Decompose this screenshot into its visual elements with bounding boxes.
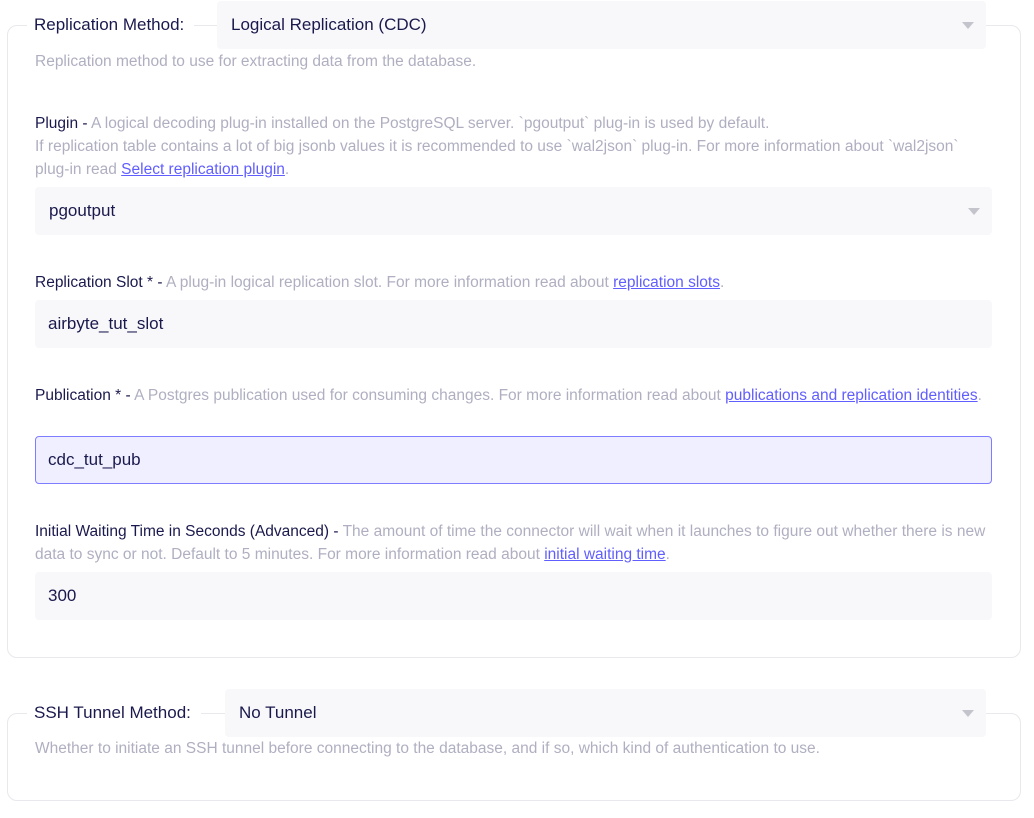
- replication-slot-title: Replication Slot *: [35, 274, 154, 291]
- initial-waiting-time-sep: -: [329, 523, 343, 540]
- initial-waiting-time-input[interactable]: 300: [35, 572, 992, 620]
- replication-slots-link[interactable]: replication slots: [613, 274, 720, 291]
- initial-waiting-time-label: Initial Waiting Time in Seconds (Advance…: [35, 520, 995, 566]
- ssh-tunnel-legend: SSH Tunnel Method:: [27, 689, 201, 737]
- plugin-end: .: [284, 161, 290, 178]
- replication-slot-label: Replication Slot * - A plug-in logical r…: [35, 271, 995, 294]
- replication-method-hint: Replication method to use for extracting…: [35, 53, 477, 70]
- ssh-tunnel-method-label: SSH Tunnel Method:: [34, 703, 191, 722]
- plugin-desc-1: A logical decoding plug-in installed on …: [91, 115, 770, 132]
- chevron-down-icon: [962, 710, 974, 717]
- replication-slot-sep: -: [153, 274, 166, 291]
- plugin-sep: -: [78, 115, 92, 132]
- publication-title: Publication *: [35, 387, 122, 404]
- replication-method-legend: Replication Method:: [27, 1, 195, 49]
- initial-waiting-time-title: Initial Waiting Time in Seconds (Advance…: [35, 523, 330, 540]
- plugin-title: Plugin: [35, 115, 79, 132]
- initial-waiting-time-link[interactable]: initial waiting time: [544, 546, 665, 563]
- plugin-value: pgoutput: [49, 201, 116, 220]
- publications-link[interactable]: publications and replication identities: [725, 387, 977, 404]
- initial-waiting-time-end: .: [665, 546, 670, 563]
- publication-label: Publication * - A Postgres publication u…: [35, 384, 995, 407]
- plugin-label: Plugin - A logical decoding plug-in inst…: [35, 112, 995, 181]
- select-replication-plugin-link[interactable]: Select replication plugin: [121, 161, 285, 178]
- publication-sep: -: [121, 387, 135, 404]
- initial-waiting-time-value: 300: [48, 586, 77, 605]
- ssh-tunnel-method-select[interactable]: No Tunnel: [225, 689, 986, 737]
- replication-slot-desc: A plug-in logical replication slot. For …: [165, 274, 609, 291]
- publication-value: cdc_tut_pub: [48, 450, 141, 469]
- replication-method-select[interactable]: Logical Replication (CDC): [217, 1, 986, 49]
- ssh-tunnel-hint: Whether to initiate an SSH tunnel before…: [35, 740, 820, 757]
- ssh-tunnel-method-value: No Tunnel: [239, 703, 317, 722]
- replication-method-value: Logical Replication (CDC): [231, 15, 427, 34]
- publication-input[interactable]: cdc_tut_pub: [35, 436, 992, 484]
- chevron-down-icon: [962, 22, 974, 29]
- replication-slot-end: .: [719, 274, 725, 291]
- replication-slot-value: airbyte_tut_slot: [48, 314, 164, 333]
- plugin-select[interactable]: pgoutput: [35, 187, 992, 235]
- replication-slot-input[interactable]: airbyte_tut_slot: [35, 300, 992, 348]
- publication-desc: A Postgres publication used for consumin…: [134, 387, 721, 404]
- publication-end: .: [977, 387, 982, 404]
- chevron-down-icon: [968, 208, 980, 215]
- replication-method-label: Replication Method:: [34, 15, 185, 34]
